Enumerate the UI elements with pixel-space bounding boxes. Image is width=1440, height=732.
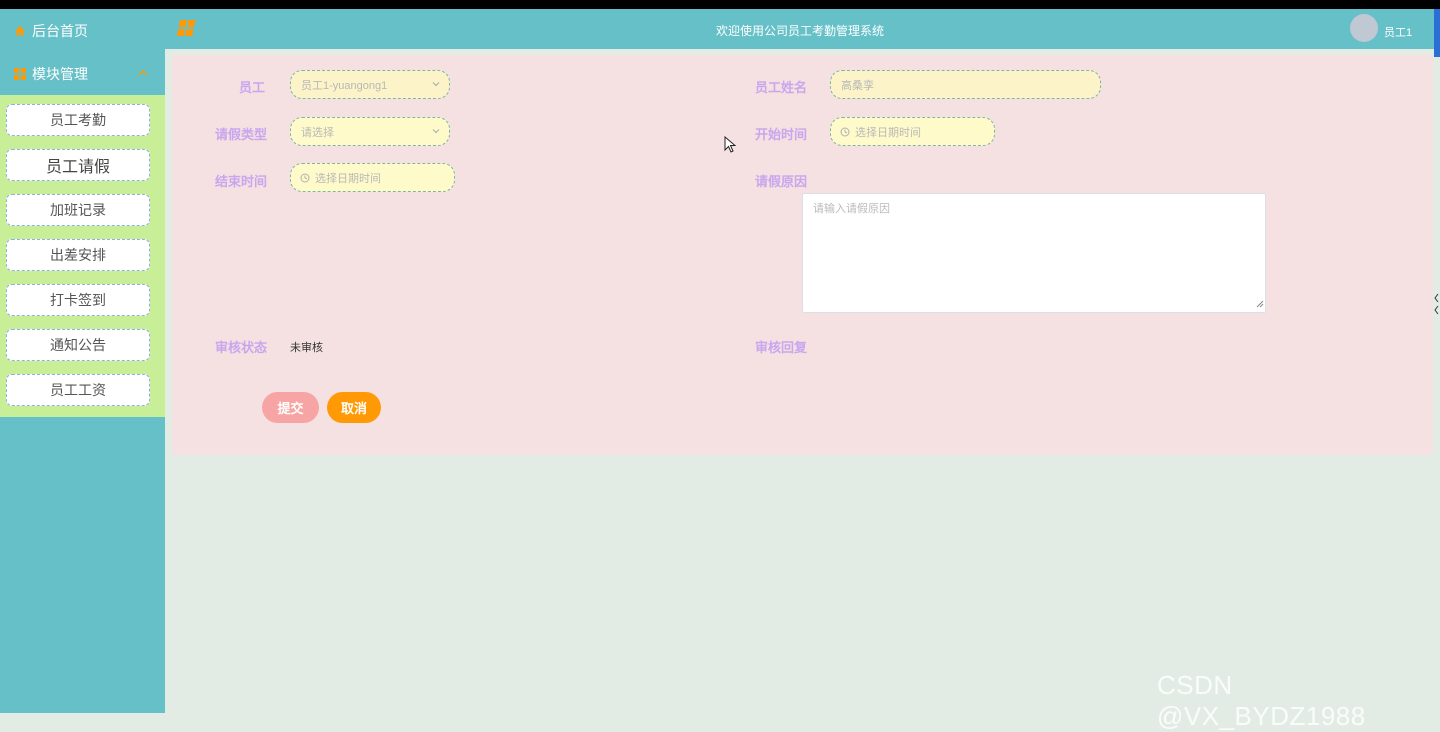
submenu-item-label: 出差安排 [50, 247, 106, 263]
employee-name-label: 员工姓名 [755, 80, 808, 95]
watermark: CSDN @VX_BYDZ1988 [1157, 670, 1366, 731]
home-icon [14, 25, 26, 37]
leave-form-panel: 员工 员工1-yuangong1 员工姓名 高桑孪 请假类型 请选择 开始时间 … [172, 55, 1433, 455]
end-time-picker[interactable]: 选择日期时间 [290, 163, 455, 192]
grid-icon [14, 68, 26, 80]
top-header: 欢迎使用公司员工考勤管理系统 员工1 [165, 9, 1440, 57]
employee-value: 员工1-yuangong1 [301, 79, 388, 92]
submenu-item-overtime[interactable]: 加班记录 [6, 194, 150, 226]
leave-reason-placeholder: 请输入请假原因 [813, 203, 890, 215]
submenu-item-label: 通知公告 [50, 337, 106, 353]
leave-type-placeholder: 请选择 [301, 126, 334, 139]
employee-label: 员工 [239, 80, 266, 95]
employee-name-input[interactable]: 高桑孪 [830, 70, 1101, 99]
submenu-item-business-trip[interactable]: 出差安排 [6, 239, 150, 271]
user-name[interactable]: 员工1 [1384, 24, 1412, 40]
nav-module-management[interactable]: 模块管理 [0, 52, 165, 96]
module-submenu: 员工考勤 员工请假 加班记录 出差安排 打卡签到 通知公告 员工工资 [0, 95, 165, 417]
chevron-down-icon [431, 126, 441, 139]
mouse-cursor-icon [724, 135, 737, 156]
app-title: 欢迎使用公司员工考勤管理系统 [715, 24, 884, 38]
leave-type-select[interactable]: 请选择 [290, 117, 450, 146]
leave-reason-textarea[interactable]: 请输入请假原因 [802, 193, 1266, 313]
review-status-value: 未审核 [290, 342, 323, 354]
edge-scroll-icon [1432, 292, 1440, 322]
start-time-placeholder: 选择日期时间 [855, 126, 921, 139]
end-time-label: 结束时间 [215, 174, 268, 189]
chevron-down-icon [431, 79, 441, 92]
submit-button[interactable]: 提交 [262, 392, 319, 423]
clock-icon [300, 173, 310, 183]
submenu-item-label: 员工工资 [50, 382, 106, 398]
employee-name-value: 高桑孪 [841, 79, 874, 92]
employee-select[interactable]: 员工1-yuangong1 [290, 70, 450, 99]
submenu-item-salary[interactable]: 员工工资 [6, 374, 150, 406]
nav-home[interactable]: 后台首页 [0, 9, 165, 53]
avatar[interactable] [1350, 14, 1378, 42]
nav-module-label: 模块管理 [32, 66, 88, 82]
leave-type-label: 请假类型 [215, 127, 268, 142]
chevron-up-icon [137, 66, 149, 82]
leave-reason-label: 请假原因 [755, 174, 808, 189]
submenu-item-check-in[interactable]: 打卡签到 [6, 284, 150, 316]
cancel-button[interactable]: 取消 [327, 392, 381, 423]
window-top-band [0, 0, 1440, 9]
end-time-placeholder: 选择日期时间 [315, 172, 381, 185]
nav-home-label: 后台首页 [32, 23, 88, 39]
clock-icon [840, 127, 850, 137]
review-reply-label: 审核回复 [755, 340, 808, 355]
submenu-item-label: 加班记录 [50, 202, 106, 218]
submenu-item-notice[interactable]: 通知公告 [6, 329, 150, 361]
submenu-item-leave[interactable]: 员工请假 [6, 149, 150, 181]
submenu-item-label: 员工考勤 [50, 112, 106, 128]
resize-handle-icon[interactable] [1256, 299, 1264, 311]
start-time-label: 开始时间 [755, 127, 808, 142]
submenu-item-label: 员工请假 [45, 159, 110, 176]
start-time-picker[interactable]: 选择日期时间 [830, 117, 995, 146]
submenu-item-attendance[interactable]: 员工考勤 [6, 104, 150, 136]
review-status-label: 审核状态 [215, 340, 268, 355]
header-edge-bar [1434, 9, 1440, 57]
submenu-item-label: 打卡签到 [50, 292, 106, 308]
sidebar: 后台首页 模块管理 员工考勤 员工请假 加班记录 出差安排 打卡签到 通知公告 … [0, 9, 165, 713]
